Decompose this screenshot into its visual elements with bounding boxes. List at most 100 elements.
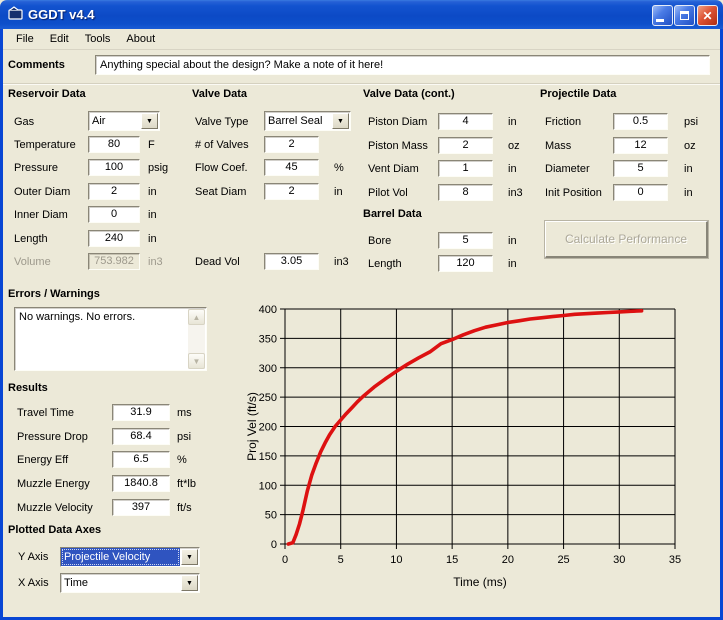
title-bar[interactable]: GGDT v4.4 ✕ <box>0 0 723 29</box>
gas-label: Gas <box>14 116 34 128</box>
errors-text: No warnings. No errors. <box>19 311 186 323</box>
chevron-down-icon[interactable]: ▼ <box>141 113 158 129</box>
pressure-field[interactable]: 100 <box>88 159 140 176</box>
valve-type-value: Barrel Seal <box>265 112 331 130</box>
num-valves-field[interactable]: 2 <box>264 136 319 153</box>
flow-coef-unit: % <box>334 162 344 174</box>
maximize-icon <box>680 11 689 20</box>
svg-text:250: 250 <box>259 392 277 404</box>
calculate-performance-button[interactable]: Calculate Performance <box>545 221 708 258</box>
diameter-field[interactable]: 5 <box>613 160 668 177</box>
svg-text:35: 35 <box>669 554 681 566</box>
close-button[interactable]: ✕ <box>697 5 718 26</box>
friction-label: Friction <box>545 116 581 128</box>
seat-diam-unit: in <box>334 186 343 198</box>
vent-diam-field[interactable]: 1 <box>438 160 493 177</box>
svg-text:200: 200 <box>259 422 277 434</box>
errors-box[interactable]: No warnings. No errors. ▲ ▼ <box>14 307 207 371</box>
menu-edit[interactable]: Edit <box>42 31 77 47</box>
piston-diam-label: Piston Diam <box>368 116 427 128</box>
plotted-axes-header: Plotted Data Axes <box>8 524 101 536</box>
temperature-field[interactable]: 80 <box>88 136 140 153</box>
muzzle-velocity-field: 397 <box>112 499 170 516</box>
y-axis-combo[interactable]: Projectile Velocity ▼ <box>60 547 200 567</box>
menu-file[interactable]: File <box>8 31 42 47</box>
flow-coef-label: Flow Coef. <box>195 162 248 174</box>
window-title: GGDT v4.4 <box>28 7 94 22</box>
dead-vol-field[interactable]: 3.05 <box>264 253 319 270</box>
piston-diam-field[interactable]: 4 <box>438 113 493 130</box>
svg-text:30: 30 <box>613 554 625 566</box>
projectile-header: Projectile Data <box>540 88 616 100</box>
valve-type-combo[interactable]: Barrel Seal ▼ <box>264 111 351 131</box>
volume-field: 753.982 <box>88 253 140 270</box>
chevron-down-icon[interactable]: ▼ <box>181 575 198 591</box>
comments-label: Comments <box>8 59 65 71</box>
svg-text:0: 0 <box>271 539 277 551</box>
section-divider <box>3 83 720 85</box>
seat-diam-label: Seat Diam <box>195 186 246 198</box>
svg-text:15: 15 <box>446 554 458 566</box>
travel-time-unit: ms <box>177 407 192 419</box>
travel-time-field: 31.9 <box>112 404 170 421</box>
dead-vol-label: Dead Vol <box>195 256 240 268</box>
maximize-button[interactable] <box>674 5 695 26</box>
inner-diam-label: Inner Diam <box>14 209 68 221</box>
bore-field[interactable]: 5 <box>438 232 493 249</box>
pressure-drop-label: Pressure Drop <box>17 431 88 443</box>
comments-input[interactable]: Anything special about the design? Make … <box>95 55 710 75</box>
piston-mass-field[interactable]: 2 <box>438 137 493 154</box>
barrel-length-field[interactable]: 120 <box>438 255 493 272</box>
chevron-down-icon[interactable]: ▼ <box>332 113 349 129</box>
muzzle-velocity-label: Muzzle Velocity <box>17 502 93 514</box>
chart-canvas: 05101520253035050100150200250300350400Ti… <box>246 298 719 616</box>
svg-text:5: 5 <box>338 554 344 566</box>
pilot-vol-label: Pilot Vol <box>368 187 408 199</box>
temperature-label: Temperature <box>14 139 76 151</box>
barrel-header: Barrel Data <box>363 208 422 220</box>
chevron-down-icon[interactable]: ▼ <box>181 549 198 565</box>
pilot-vol-field[interactable]: 8 <box>438 184 493 201</box>
temperature-unit: F <box>148 139 155 151</box>
muzzle-energy-field: 1840.8 <box>112 475 170 492</box>
y-axis-label: Y Axis <box>18 551 48 563</box>
scroll-down-icon[interactable]: ▼ <box>188 353 205 369</box>
friction-field[interactable]: 0.5 <box>613 113 668 130</box>
inner-diam-field[interactable]: 0 <box>88 206 140 223</box>
muzzle-energy-label: Muzzle Energy <box>17 478 90 490</box>
valve-type-label: Valve Type <box>195 116 248 128</box>
menu-about[interactable]: About <box>118 31 163 47</box>
x-axis-combo[interactable]: Time ▼ <box>60 573 200 593</box>
svg-text:150: 150 <box>259 451 277 463</box>
gas-value: Air <box>89 112 140 130</box>
svg-text:400: 400 <box>259 304 277 316</box>
y-axis-value: Projectile Velocity <box>61 548 180 566</box>
bore-unit: in <box>508 235 517 247</box>
diameter-unit: in <box>684 163 693 175</box>
res-length-field[interactable]: 240 <box>88 230 140 247</box>
menu-bar: File Edit Tools About <box>3 29 720 50</box>
pressure-unit: psig <box>148 162 168 174</box>
gas-combo[interactable]: Air ▼ <box>88 111 160 131</box>
svg-text:20: 20 <box>502 554 514 566</box>
flow-coef-field[interactable]: 45 <box>264 159 319 176</box>
minimize-button[interactable] <box>652 5 673 26</box>
mass-unit: oz <box>684 140 696 152</box>
friction-unit: psi <box>684 116 698 128</box>
bore-label: Bore <box>368 235 391 247</box>
seat-diam-field[interactable]: 2 <box>264 183 319 200</box>
scroll-up-icon[interactable]: ▲ <box>188 309 205 325</box>
outer-diam-field[interactable]: 2 <box>88 183 140 200</box>
performance-chart: 05101520253035050100150200250300350400Ti… <box>246 298 719 616</box>
muzzle-velocity-unit: ft/s <box>177 502 192 514</box>
outer-diam-label: Outer Diam <box>14 186 70 198</box>
errors-scrollbar[interactable]: ▲ ▼ <box>188 309 205 369</box>
volume-label: Volume <box>14 256 51 268</box>
travel-time-label: Travel Time <box>17 407 74 419</box>
init-position-field[interactable]: 0 <box>613 184 668 201</box>
menu-tools[interactable]: Tools <box>77 31 119 47</box>
mass-field[interactable]: 12 <box>613 137 668 154</box>
num-valves-label: # of Valves <box>195 139 249 151</box>
energy-eff-label: Energy Eff <box>17 454 68 466</box>
reservoir-header: Reservoir Data <box>8 88 86 100</box>
